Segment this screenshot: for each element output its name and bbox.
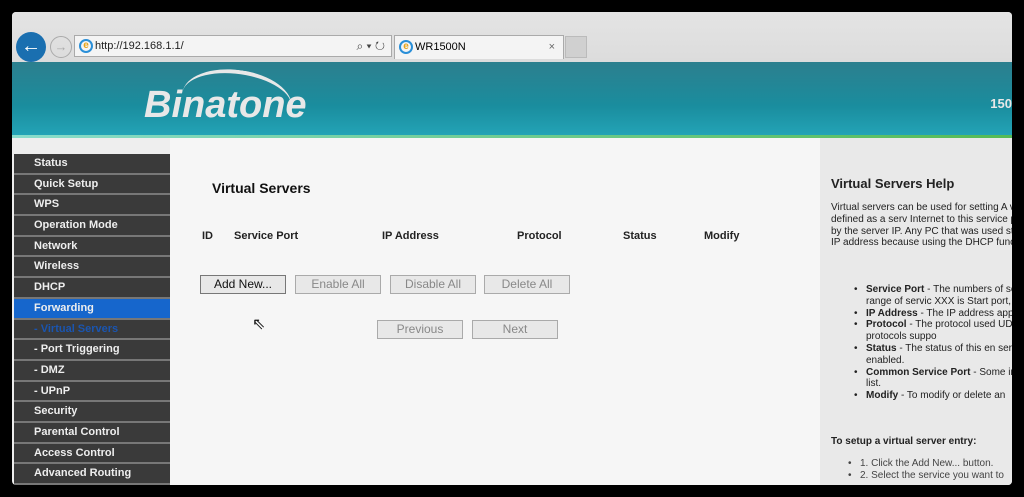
next-button[interactable]: Next xyxy=(472,320,558,339)
nav-upnp[interactable]: - UPnP xyxy=(14,381,170,403)
help-intro: Virtual servers can be used for setting … xyxy=(831,202,1012,249)
help-panel: Virtual Servers Help Virtual servers can… xyxy=(820,138,1012,485)
help-title: Virtual Servers Help xyxy=(831,176,955,191)
col-modify: Modify xyxy=(704,230,740,242)
add-new-button[interactable]: Add New... xyxy=(200,275,286,294)
sidebar-nav: Status Quick Setup WPS Operation Mode Ne… xyxy=(14,154,170,485)
browser-toolbar: ← → e http://192.168.1.1/⌕ ▾ ↻ e WR1500N × xyxy=(12,12,1012,62)
forward-button[interactable]: → xyxy=(50,36,72,58)
brand-logo: Binatone xyxy=(144,84,307,126)
browser-tab[interactable]: e WR1500N × xyxy=(394,35,564,59)
col-status: Status xyxy=(623,230,657,242)
mouse-cursor-icon: ⇖ xyxy=(252,316,266,333)
router-header: Binatone 150 xyxy=(12,62,1012,138)
help-bullet: Status - The status of this en server en… xyxy=(854,343,1012,367)
help-bullets: Service Port - The numbers of service po… xyxy=(854,284,1012,402)
delete-all-button[interactable]: Delete All xyxy=(484,275,570,294)
search-refresh-icons[interactable]: ⌕ ▾ ↻ xyxy=(356,36,385,56)
ie-icon: e xyxy=(79,39,93,53)
col-protocol: Protocol xyxy=(517,230,562,242)
help-bullet: Protocol - The protocol used UDP, or All… xyxy=(854,319,1012,343)
close-tab-icon[interactable]: × xyxy=(549,36,555,58)
nav-dmz[interactable]: - DMZ xyxy=(14,360,170,382)
nav-wps[interactable]: WPS xyxy=(14,195,170,217)
setup-heading: To setup a virtual server entry: xyxy=(831,436,977,447)
main-content: Virtual Servers ID Service Port IP Addre… xyxy=(170,138,820,485)
nav-virtual-servers[interactable]: - Virtual Servers xyxy=(14,319,170,341)
nav-operation-mode[interactable]: Operation Mode xyxy=(14,216,170,237)
nav-quick-setup[interactable]: Quick Setup xyxy=(14,174,170,196)
tab-title: WR1500N xyxy=(415,41,466,53)
page-title: Virtual Servers xyxy=(212,180,311,196)
help-bullet: Common Service Port - Some in the pull-d… xyxy=(854,367,1012,391)
col-ip-address: IP Address xyxy=(382,230,439,242)
nav-parental-control[interactable]: Parental Control xyxy=(14,422,170,444)
enable-all-button[interactable]: Enable All xyxy=(295,275,381,294)
col-id: ID xyxy=(202,230,213,242)
screen: ← → e http://192.168.1.1/⌕ ▾ ↻ e WR1500N × … xyxy=(12,12,1012,485)
new-tab-button[interactable] xyxy=(565,36,587,58)
nav-dhcp[interactable]: DHCP xyxy=(14,278,170,299)
help-bullet: IP Address - The IP address application. xyxy=(854,308,1012,320)
nav-port-triggering[interactable]: - Port Triggering xyxy=(14,340,170,361)
nav-network[interactable]: Network xyxy=(14,236,170,258)
nav-forwarding[interactable]: Forwarding xyxy=(14,298,170,320)
setup-steps: 1. Click the Add New... button. 2. Selec… xyxy=(848,458,1012,482)
nav-status[interactable]: Status xyxy=(14,154,170,175)
nav-wireless[interactable]: Wireless xyxy=(14,257,170,279)
nav-security[interactable]: Security xyxy=(14,402,170,423)
ie-icon: e xyxy=(399,40,413,54)
setup-step: 1. Click the Add New... button. xyxy=(848,458,1012,470)
col-service-port: Service Port xyxy=(234,230,299,242)
disable-all-button[interactable]: Disable All xyxy=(390,275,476,294)
address-bar[interactable]: e http://192.168.1.1/ ⌕ ▾ ↻ xyxy=(74,35,392,57)
previous-button[interactable]: Previous xyxy=(377,320,463,339)
back-button[interactable]: ← xyxy=(16,32,46,62)
url-text: http://192.168.1.1/ xyxy=(95,40,184,52)
help-bullet: Modify - To modify or delete an xyxy=(854,390,1012,402)
setup-step: 2. Select the service you want to xyxy=(848,470,1012,482)
nav-access-control[interactable]: Access Control xyxy=(14,443,170,465)
model-label: 150 xyxy=(990,96,1012,111)
nav-advanced-routing[interactable]: Advanced Routing xyxy=(14,464,170,485)
help-bullet: Service Port - The numbers of service po… xyxy=(854,284,1012,308)
